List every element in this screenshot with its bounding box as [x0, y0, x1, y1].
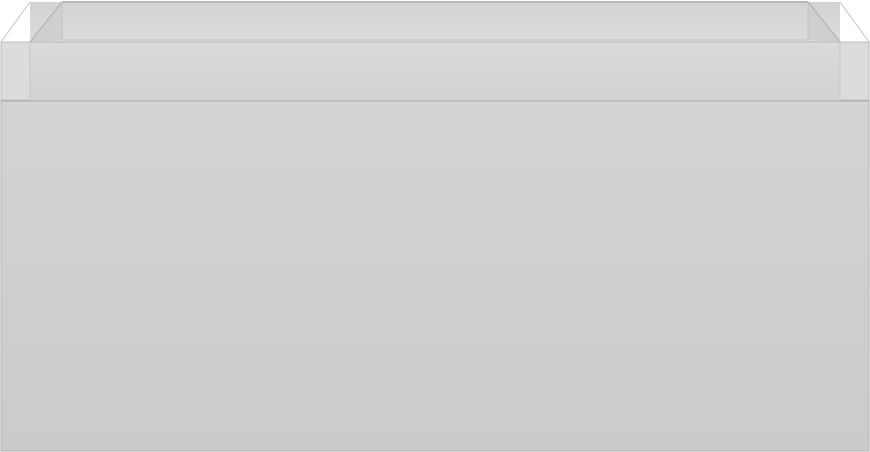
product-render [0, 0, 870, 452]
drawer-interior [29, 1, 841, 43]
drawer-front-panel [0, 100, 870, 452]
drawer-rim [29, 41, 841, 100]
drawer-unit-illustration [0, 1, 870, 452]
